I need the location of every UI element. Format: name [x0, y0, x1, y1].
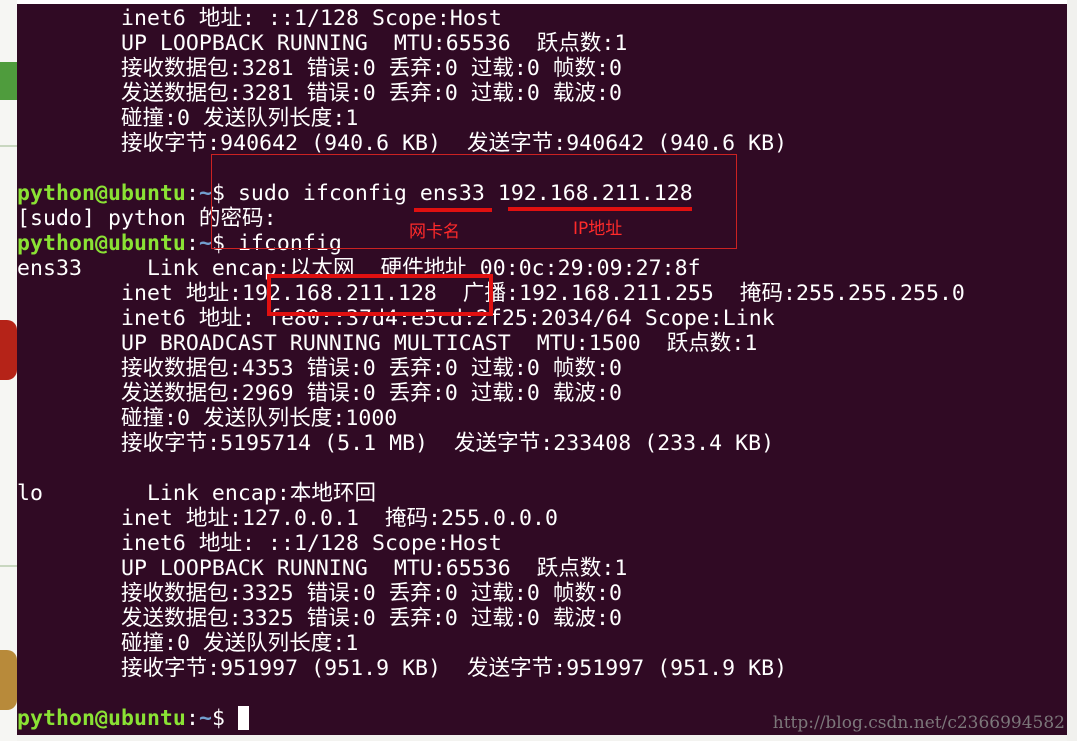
output-line: 接收字节:940642 (940.6 KB) 发送字节:940642 (940.… [17, 131, 788, 156]
annotation-label-nic-name: 网卡名 [409, 222, 460, 242]
annotation-box-command [211, 154, 737, 249]
background-divider [0, 565, 17, 567]
annotation-underline-ip [508, 207, 692, 211]
output-line: 发送数据包:3281 错误:0 丢弃:0 过载:0 载波:0 [17, 81, 623, 106]
background-page-left [0, 0, 17, 741]
watermark: http://blog.csdn.net/c2366994582 [772, 713, 1065, 733]
output-line: UP LOOPBACK RUNNING MTU:65536 跃点数:1 [17, 31, 628, 56]
prompt-symbol: $ [211, 706, 238, 731]
prompt-colon: : [185, 231, 199, 256]
output-line: 接收字节:5195714 (5.1 MB) 发送字节:233408 (233.4… [17, 431, 775, 456]
output-line: 发送数据包:2969 错误:0 丢弃:0 过载:0 载波:0 [17, 381, 623, 406]
output-line: 接收数据包:4353 错误:0 丢弃:0 过载:0 帧数:0 [17, 356, 623, 381]
output-line: 接收数据包:3325 错误:0 丢弃:0 过载:0 帧数:0 [17, 581, 623, 606]
annotation-box-inet-address [267, 274, 493, 316]
background-green-tab [0, 62, 17, 100]
background-food-image [0, 650, 17, 710]
output-line: 发送数据包:3325 错误:0 丢弃:0 过载:0 载波:0 [17, 606, 623, 631]
output-line: 碰撞:0 发送队列长度:1 [17, 106, 359, 131]
output-line: 碰撞:0 发送队列长度:1000 [17, 406, 398, 431]
terminal-window[interactable]: inet6 地址: ::1/128 Scope:Host UP LOOPBACK… [17, 4, 1067, 735]
prompt-path: ~ [198, 181, 212, 206]
prompt-user-host: python@ubuntu [17, 181, 186, 206]
background-page-right [1067, 0, 1077, 741]
output-line: lo Link encap:本地环回 [17, 481, 377, 506]
prompt-path: ~ [198, 706, 212, 731]
prompt-user-host: python@ubuntu [17, 231, 186, 256]
output-line: inet6 地址: ::1/128 Scope:Host [17, 6, 502, 31]
annotation-label-ip-address: IP地址 [573, 219, 623, 239]
text-cursor [237, 706, 249, 730]
output-line: inet 地址:127.0.0.1 掩码:255.0.0.0 [17, 506, 558, 531]
prompt-user-host: python@ubuntu [17, 706, 186, 731]
output-line: 接收数据包:3281 错误:0 丢弃:0 过载:0 帧数:0 [17, 56, 623, 81]
background-food-image [0, 320, 17, 380]
prompt-colon: : [185, 181, 199, 206]
background-divider [0, 145, 17, 147]
annotation-underline-nic [414, 208, 492, 212]
output-line: UP LOOPBACK RUNNING MTU:65536 跃点数:1 [17, 556, 628, 581]
output-line: UP BROADCAST RUNNING MULTICAST MTU:1500 … [17, 331, 758, 356]
output-line: 碰撞:0 发送队列长度:1 [17, 631, 359, 656]
command-line[interactable]: python@ubuntu:~$ [17, 706, 249, 731]
prompt-path: ~ [198, 231, 212, 256]
output-line: 接收字节:951997 (951.9 KB) 发送字节:951997 (951.… [17, 656, 788, 681]
prompt-colon: : [185, 706, 199, 731]
output-line: inet6 地址: ::1/128 Scope:Host [17, 531, 502, 556]
